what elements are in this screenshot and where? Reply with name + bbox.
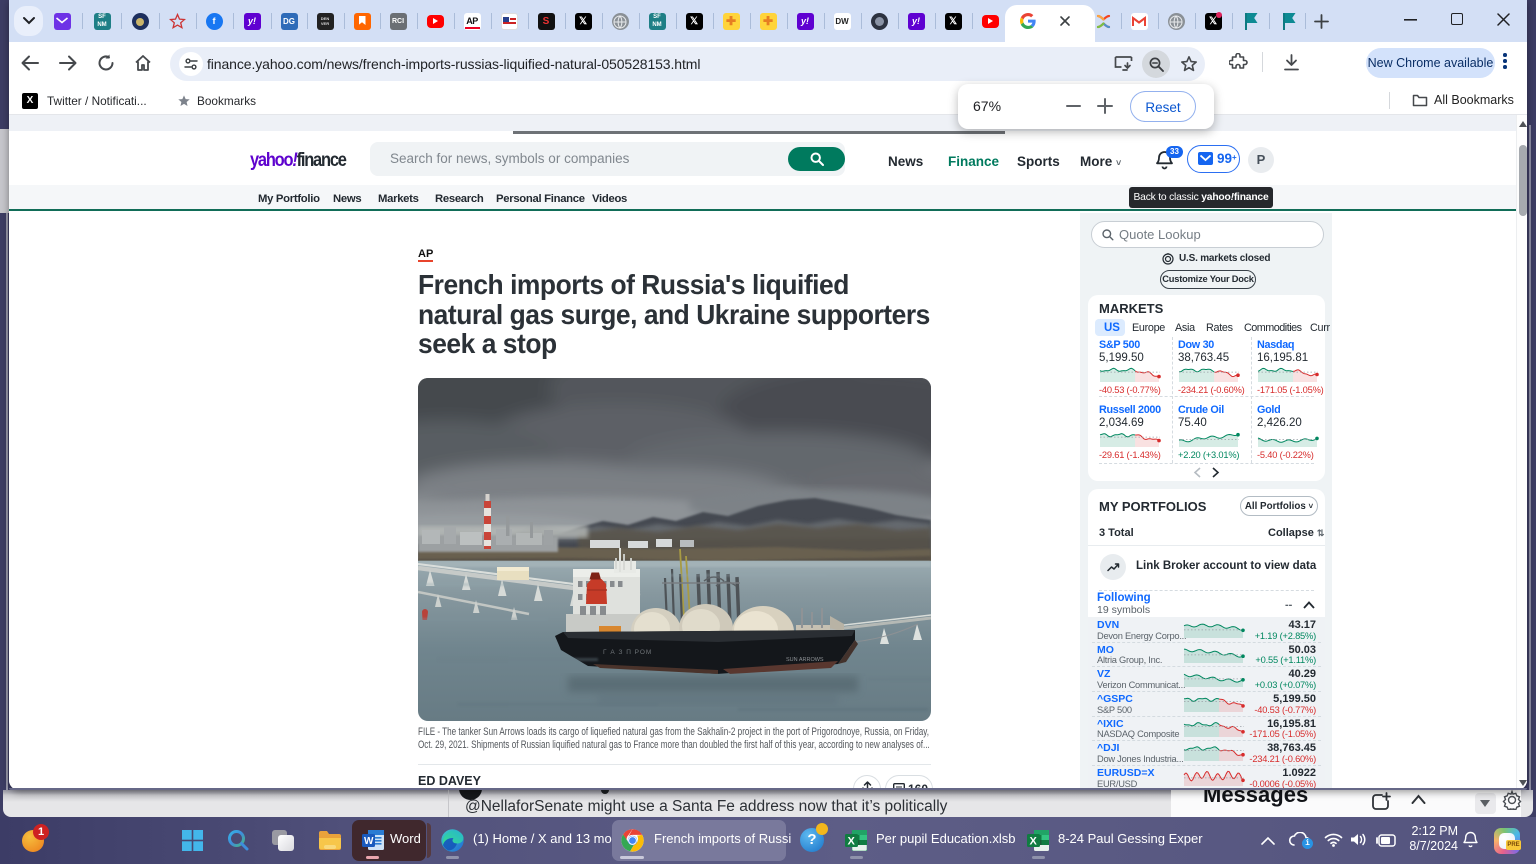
svg-text:SUN ARROWS: SUN ARROWS xyxy=(786,657,824,663)
svg-text:X: X xyxy=(848,836,856,848)
svg-text:X: X xyxy=(1030,836,1038,848)
svg-text:W: W xyxy=(364,836,374,847)
svg-text:Г А З П РОМ: Г А З П РОМ xyxy=(603,649,652,656)
